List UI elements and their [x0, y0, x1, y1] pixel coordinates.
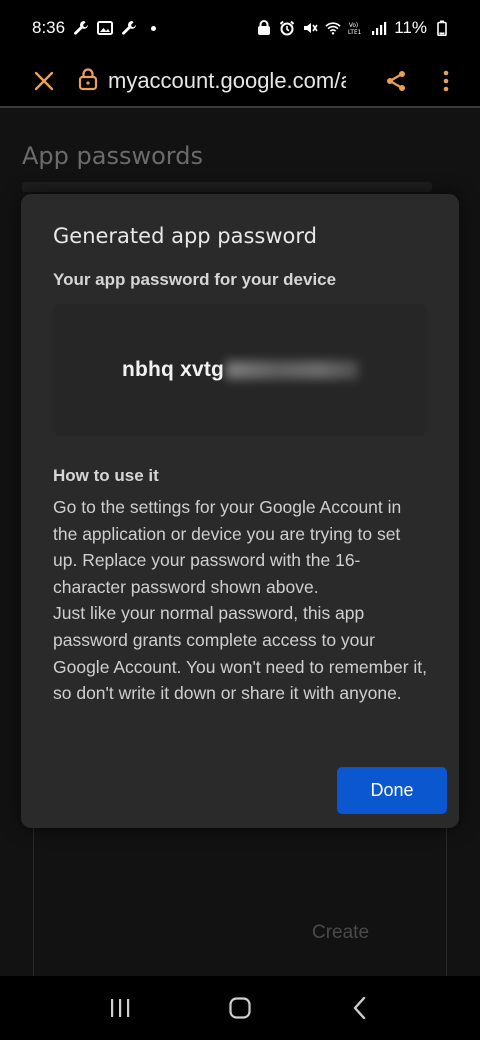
- alarm-lock-icon: [256, 20, 272, 36]
- notification-dot: [151, 25, 157, 31]
- volte-icon: Vo) LTE1: [348, 20, 364, 36]
- how-to-body: Go to the settings for your Google Accou…: [53, 494, 427, 707]
- battery-percent: 11%: [394, 18, 427, 37]
- browser-toolbar: myaccount.google.com/a: [0, 56, 480, 106]
- password-text[interactable]: nbhq xvtg: [122, 358, 224, 382]
- status-time: 8:36: [32, 18, 66, 37]
- navigation-bar: [0, 976, 480, 1040]
- done-button[interactable]: Done: [337, 767, 447, 814]
- generated-password-dialog: Generated app password Your app password…: [21, 194, 459, 828]
- password-box[interactable]: nbhq xvtg: [53, 304, 427, 436]
- svg-text:LTE1: LTE1: [348, 30, 362, 36]
- how-to-paragraph-2: Just like your normal password, this app…: [53, 603, 427, 704]
- url-text[interactable]: myaccount.google.com/a: [108, 68, 346, 94]
- password-label: Your app password for your device: [53, 270, 337, 289]
- password-redaction: [226, 361, 359, 379]
- mute-icon: [302, 20, 318, 36]
- alarm-icon: [279, 20, 295, 36]
- home-icon[interactable]: [210, 983, 270, 1033]
- close-icon[interactable]: [28, 65, 60, 97]
- back-icon[interactable]: [330, 983, 390, 1033]
- page-subtitle-placeholder: [22, 182, 432, 192]
- image-icon: [97, 20, 114, 36]
- page-card: [33, 808, 447, 976]
- how-to-title: How to use it: [53, 466, 159, 485]
- page-title: App passwords: [22, 142, 203, 170]
- address-bar[interactable]: myaccount.google.com/a: [78, 67, 374, 96]
- recent-apps-icon[interactable]: [90, 983, 150, 1033]
- create-button[interactable]: Create: [312, 922, 369, 944]
- status-bar: 8:36 Vo) LTE1 11%: [0, 0, 480, 56]
- how-to-paragraph-1: Go to the settings for your Google Accou…: [53, 497, 402, 597]
- battery-icon: [434, 20, 450, 36]
- signal-icon: [371, 20, 387, 36]
- wrench-icon: [73, 20, 89, 36]
- more-vert-icon[interactable]: [430, 65, 462, 97]
- dialog-title: Generated app password: [53, 224, 317, 248]
- wrench-icon: [121, 20, 137, 36]
- wifi-icon: [325, 20, 341, 36]
- svg-text:Vo): Vo): [349, 23, 358, 29]
- lock-icon: [78, 67, 98, 96]
- share-icon[interactable]: [380, 65, 412, 97]
